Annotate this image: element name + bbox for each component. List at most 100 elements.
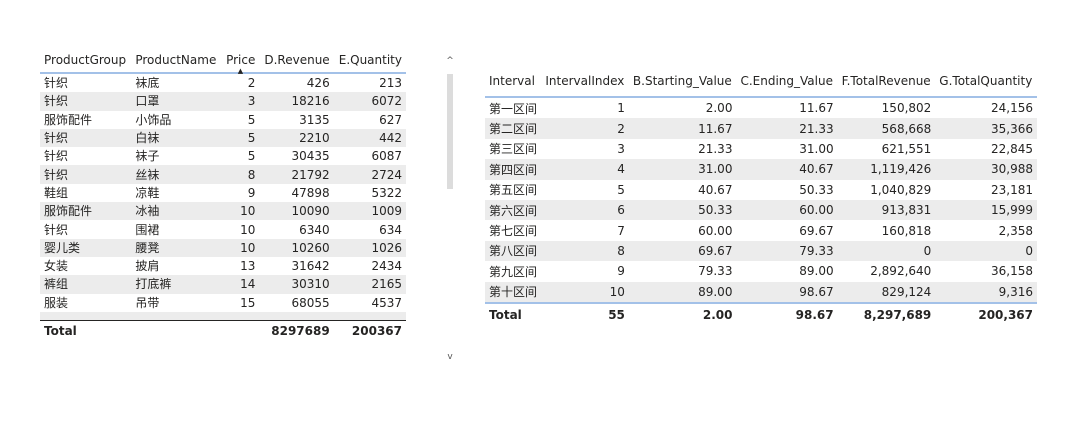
col-total-revenue[interactable]: F.TotalRevenue [838,66,936,97]
table-row[interactable]: 第一区间 1 2.00 11.67 150,802 24,156 [485,97,1037,118]
interval-table-total-row: Total 55 2.00 98.67 8,297,689 200,367 [485,301,1037,326]
cell-productname: 腰凳 [131,238,222,257]
clipped-cell [259,311,334,321]
cell-total-quantity: 23,181 [991,182,1033,197]
cell-ending-value: 50.33 [799,182,834,197]
cell-starting-value: 31.00 [628,159,737,180]
cell-quantity: 2434 [371,259,402,274]
table-row[interactable]: 女装 披肩 13 31642 2434 [40,257,406,275]
cell-price: 14 [221,275,260,294]
cell-starting-value: 2.00 [705,101,733,116]
scroll-down-icon[interactable]: v [444,352,456,362]
table-row[interactable]: 第九区间 9 79.33 89.00 2,892,640 36,158 [485,261,1037,281]
scroll-up-icon[interactable]: ^ [444,56,456,66]
vertical-scrollbar[interactable]: ^ v [444,56,456,362]
product-table: ProductGroup ProductName Price ▲ D.Revenu… [40,48,406,341]
table-row[interactable]: 针织 袜子 5 30435 6087 [40,147,406,165]
cell-quantity: 634 [379,222,402,237]
table-row[interactable]: 裤组 打底裤 14 30310 2165 [40,275,406,294]
cell-quantity: 627 [379,112,402,127]
table-row[interactable]: 第二区间 2 11.67 21.33 568,668 35,366 [485,118,1037,139]
table-row[interactable]: 服装 吊带 15 68055 4537 [40,294,406,312]
table-row[interactable]: 针织 围裙 10 6340 634 [40,220,406,238]
cell-intervalindex: 8 [541,240,629,262]
table-row[interactable]: 第四区间 4 31.00 40.67 1,119,426 30,988 [485,159,1037,180]
cell-interval: 第六区间 [485,199,542,221]
col-price[interactable]: Price ▲ [222,48,260,75]
cell-intervalindex: 3 [617,141,625,156]
cell-productname: 打底裤 [131,275,222,294]
col-revenue[interactable]: D.Revenue [259,48,333,73]
cell-ending-value: 31.00 [799,141,834,156]
total-revenue: 8,297,689 [837,301,936,326]
table-row[interactable]: 针织 白袜 5 2210 442 [40,128,406,148]
cell-starting-value: 40.67 [698,182,733,197]
cell-revenue: 68055 [291,295,330,310]
clipped-cell [40,311,132,321]
cell-price: 5 [247,149,256,164]
cell-productgroup: 女装 [44,259,69,274]
cell-productgroup: 针织 [44,222,69,237]
cell-ending-value: 79.33 [736,240,838,262]
cell-intervalindex: 7 [617,223,625,238]
table-row[interactable]: 第七区间 7 60.00 69.67 160,818 2,358 [485,220,1037,240]
table-row[interactable]: 第十区间 10 89.00 98.67 829,124 9,316 [485,281,1037,303]
cell-intervalindex: 4 [541,159,629,180]
cell-price: 13 [240,259,256,274]
cell-interval: 第七区间 [489,224,538,239]
table-row[interactable]: 针织 丝袜 8 21792 2724 [40,165,406,184]
cell-productname: 口罩 [131,92,222,111]
cell-productname: 披肩 [135,259,160,274]
table-row[interactable]: 针织 口罩 3 18216 6072 [40,92,406,111]
table-row[interactable]: 第三区间 3 21.33 31.00 621,551 22,845 [485,139,1037,159]
cell-productname: 白袜 [131,128,222,148]
interval-table: Interval IntervalIndex B.Starting_Value … [485,66,1037,326]
table-row[interactable]: 服饰配件 冰袖 10 10090 1009 [40,202,406,221]
cell-total-quantity: 0 [935,240,1037,262]
col-productgroup[interactable]: ProductGroup [40,48,131,73]
col-starting-value[interactable]: B.Starting_Value [629,66,737,97]
total-quantity: 200,367 [935,301,1037,326]
cell-total-quantity: 30,988 [935,159,1037,180]
cell-revenue: 426 [306,76,330,91]
col-interval[interactable]: Interval [485,66,541,97]
cell-productname: 凉鞋 [135,185,160,200]
cell-price: 9 [247,185,256,200]
total-intervalindex: 55 [541,301,629,326]
table-row[interactable]: 第六区间 6 50.33 60.00 913,831 15,999 [485,199,1037,221]
total-empty [221,319,260,341]
col-total-quantity[interactable]: G.TotalQuantity [935,66,1037,97]
cell-productgroup: 服装 [44,295,69,310]
cell-revenue: 21792 [259,165,334,184]
table-row[interactable]: 第八区间 8 69.67 79.33 0 0 [485,240,1037,262]
cell-total-revenue: 2,892,640 [870,264,932,279]
total-ending-value: 98.67 [736,301,838,326]
cell-ending-value: 69.67 [799,223,834,238]
cell-price: 3 [221,92,260,111]
cell-quantity: 213 [379,76,402,91]
col-intervalindex[interactable]: IntervalIndex [541,66,629,97]
cell-intervalindex: 1 [617,101,625,116]
cell-total-revenue: 621,551 [881,141,932,156]
table-row[interactable]: 服饰配件 小饰品 5 3135 627 [40,111,406,129]
cell-productname: 冰袖 [131,202,222,221]
col-productname[interactable]: ProductName [131,48,221,73]
cell-starting-value: 79.33 [698,264,733,279]
cell-total-revenue: 160,818 [881,223,932,238]
cell-total-quantity: 9,316 [935,281,1037,303]
cell-price: 5 [247,112,256,127]
table-row[interactable]: 婴儿类 腰凳 10 10260 1026 [40,238,406,257]
cell-productgroup: 针织 [40,128,132,148]
cell-starting-value: 21.33 [698,141,733,156]
table-row[interactable]: 鞋组 凉鞋 9 47898 5322 [40,184,406,202]
table-row[interactable]: 第五区间 5 40.67 50.33 1,040,829 23,181 [485,180,1037,200]
scroll-thumb[interactable] [447,74,453,189]
col-ending-value[interactable]: C.Ending_Value [736,66,837,97]
cell-starting-value: 50.33 [628,199,737,221]
cell-quantity: 1009 [333,202,406,221]
total-label: Total [40,319,132,341]
table-row[interactable]: 针织 袜底 2 426 213 [40,73,406,92]
col-quantity[interactable]: E.Quantity [334,48,406,73]
cell-ending-value: 98.67 [736,281,838,303]
cell-quantity: 1026 [333,238,406,257]
